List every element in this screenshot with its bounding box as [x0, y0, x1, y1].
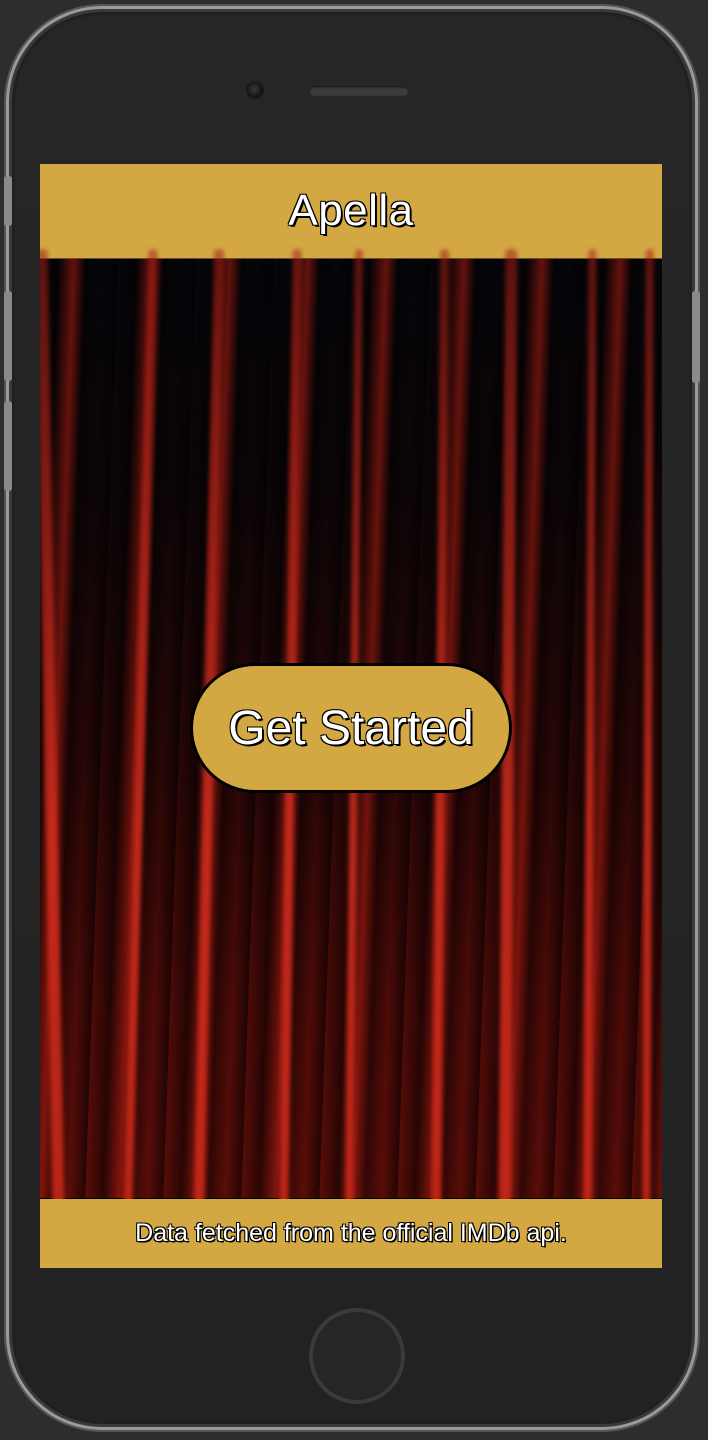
- app-footer: Data fetched from the official IMDb api.: [40, 1199, 662, 1268]
- curtain-fold: [642, 248, 654, 1210]
- front-camera-icon: [247, 82, 263, 98]
- app-header: Apella: [40, 164, 662, 259]
- volume-up-button: [4, 291, 12, 381]
- curtain-fold: [583, 248, 597, 1210]
- app-screen: Apella Get Started Data fetched from the…: [40, 164, 662, 1268]
- curtain-fold: [40, 248, 65, 1210]
- volume-down-button: [4, 401, 12, 491]
- curtain-fold: [123, 249, 158, 1209]
- get-started-label: Get Started: [228, 701, 474, 755]
- get-started-button[interactable]: Get Started: [190, 663, 512, 793]
- speaker-grille: [309, 86, 409, 96]
- app-title: Apella: [288, 186, 414, 235]
- mute-switch: [4, 176, 12, 226]
- home-button[interactable]: [309, 1308, 405, 1404]
- footer-attribution: Data fetched from the official IMDb api.: [135, 1219, 567, 1247]
- power-button: [692, 291, 700, 383]
- device-stage: Apella Get Started Data fetched from the…: [0, 0, 708, 1440]
